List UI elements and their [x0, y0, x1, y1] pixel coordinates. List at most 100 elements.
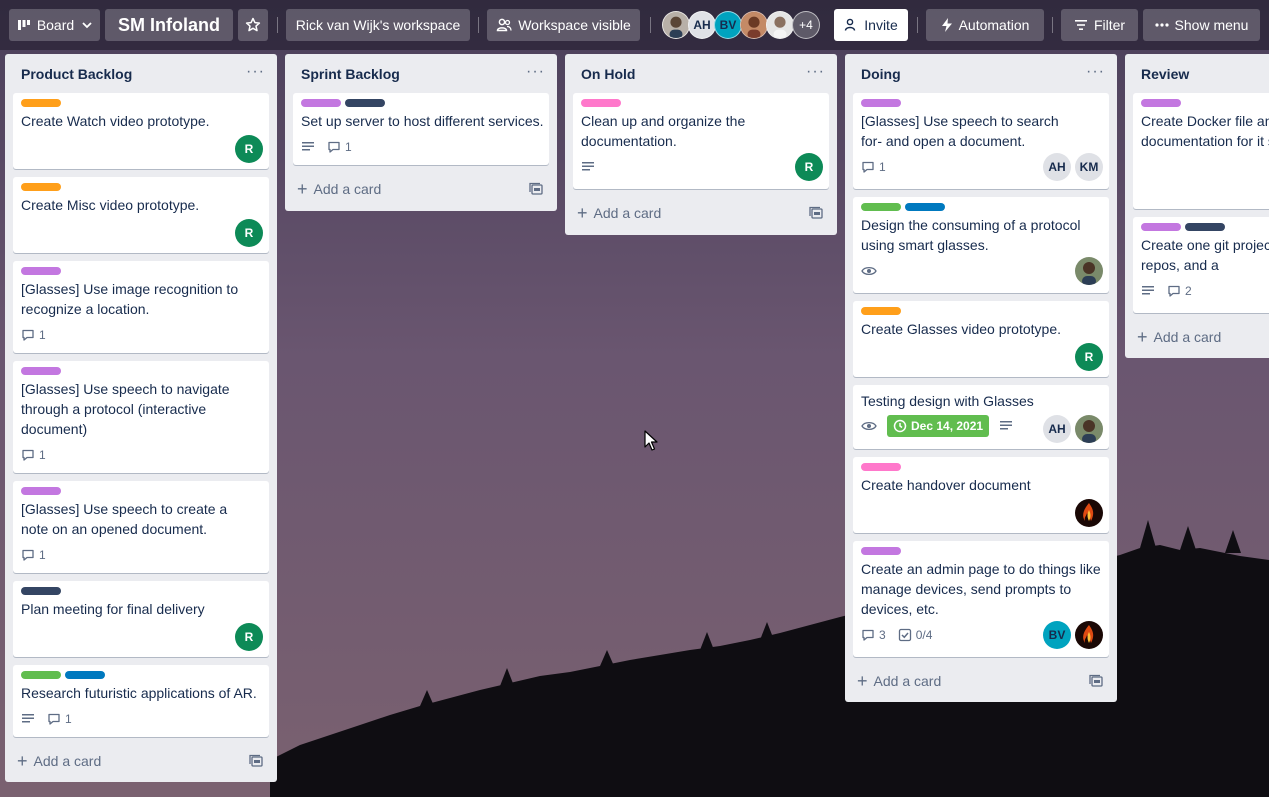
card[interactable]: Plan meeting for final delivery R	[13, 581, 269, 657]
card-members: R	[235, 219, 263, 247]
workspace-button[interactable]: Rick van Wijk's workspace	[286, 9, 470, 41]
list-header: Product Backlog ···	[5, 54, 277, 92]
label-purple[interactable]	[861, 547, 901, 555]
member-avatar-photo[interactable]	[1075, 415, 1103, 443]
label-blue[interactable]	[65, 671, 105, 679]
due-date-badge[interactable]: Dec 14, 2021	[887, 415, 990, 437]
label-orange[interactable]	[21, 99, 61, 107]
member-avatar-ah[interactable]: AH	[688, 11, 716, 39]
card[interactable]: Create Watch video prototype. R	[13, 93, 269, 169]
star-button[interactable]	[238, 9, 268, 41]
label-purple[interactable]	[21, 487, 61, 495]
card-labels	[21, 99, 61, 107]
member-avatar-bv[interactable]: BV	[714, 11, 742, 39]
card[interactable]: [Glasses] Use speech to navigate through…	[13, 361, 269, 473]
member-avatar-r[interactable]: R	[795, 153, 823, 181]
card[interactable]: [Glasses] Use image recognition to recog…	[13, 261, 269, 353]
label-orange[interactable]	[861, 307, 901, 315]
show-menu-button[interactable]: Show menu	[1143, 9, 1260, 41]
card[interactable]: Create handover document	[853, 457, 1109, 533]
card[interactable]: Design the consuming of a protocol using…	[853, 197, 1109, 293]
list-menu-button[interactable]: ···	[526, 63, 545, 81]
list-title[interactable]: On Hold	[581, 66, 635, 82]
list-menu-button[interactable]: ···	[246, 63, 265, 81]
header-divider	[1052, 17, 1053, 33]
label-green[interactable]	[21, 671, 61, 679]
label-green[interactable]	[861, 203, 901, 211]
add-card-button[interactable]: + Add a card	[853, 667, 941, 695]
member-avatar-photo[interactable]	[740, 11, 768, 39]
label-navy[interactable]	[21, 587, 61, 595]
card-template-icon[interactable]	[1089, 674, 1103, 691]
member-avatar-photo[interactable]	[766, 11, 794, 39]
label-purple[interactable]	[301, 99, 341, 107]
board-title[interactable]: SM Infoland	[105, 9, 233, 41]
member-avatar-photo[interactable]	[1075, 257, 1103, 285]
add-card-button[interactable]: + Add a card	[1133, 323, 1221, 351]
add-card-button[interactable]: + Add a card	[13, 747, 101, 775]
card[interactable]: Create one git project different repos, …	[1133, 217, 1269, 313]
lightning-icon	[941, 18, 953, 32]
automation-button[interactable]: Automation	[926, 9, 1044, 41]
member-avatar-photo[interactable]	[662, 11, 690, 39]
add-card-button[interactable]: + Add a card	[573, 199, 661, 227]
label-orange[interactable]	[21, 183, 61, 191]
list-title[interactable]: Review	[1141, 66, 1189, 82]
list-on-hold: On Hold ··· Clean up and organize the do…	[565, 54, 837, 235]
card-template-icon[interactable]	[529, 182, 543, 199]
label-navy[interactable]	[1185, 223, 1225, 231]
add-card-button[interactable]: + Add a card	[293, 175, 381, 203]
invite-button[interactable]: Invite	[834, 9, 908, 41]
filter-label: Filter	[1093, 17, 1126, 33]
list-title[interactable]: Doing	[861, 66, 901, 82]
card[interactable]: [Glasses] Use speech to create a note on…	[13, 481, 269, 573]
card-template-icon[interactable]	[249, 754, 263, 771]
card[interactable]: Set up server to host different services…	[293, 93, 549, 165]
comment-count: 1	[879, 160, 886, 174]
label-pink[interactable]	[861, 463, 901, 471]
label-purple[interactable]	[861, 99, 901, 107]
member-avatar-r[interactable]: R	[235, 623, 263, 651]
member-avatar-ah[interactable]: AH	[1043, 415, 1071, 443]
label-blue[interactable]	[905, 203, 945, 211]
label-navy[interactable]	[345, 99, 385, 107]
list-title[interactable]: Product Backlog	[21, 66, 132, 82]
label-purple[interactable]	[21, 267, 61, 275]
card[interactable]: Testing design with Glasses Dec 14, 2021…	[853, 385, 1109, 449]
card-members: AH KM	[1043, 153, 1103, 181]
list-menu-button[interactable]: ···	[1086, 63, 1105, 81]
card[interactable]: Research futuristic applications of AR. …	[13, 665, 269, 737]
member-avatar-r[interactable]: R	[1075, 343, 1103, 371]
label-purple[interactable]	[21, 367, 61, 375]
member-avatar-r[interactable]: R	[235, 219, 263, 247]
card-labels	[861, 307, 901, 315]
label-purple[interactable]	[1141, 99, 1181, 107]
plus-icon: +	[577, 203, 588, 223]
list-title[interactable]: Sprint Backlog	[301, 66, 400, 82]
board-view-switcher[interactable]: Board	[9, 9, 100, 41]
card-template-icon[interactable]	[809, 206, 823, 223]
card-badges: 1	[861, 157, 886, 177]
card-title: Create Glasses video prototype.	[861, 321, 1061, 337]
member-avatar-km[interactable]: KM	[1075, 153, 1103, 181]
card[interactable]: Create an admin page to do things like m…	[853, 541, 1109, 657]
label-pink[interactable]	[581, 99, 621, 107]
card[interactable]: Create Docker file and documentation for…	[1133, 93, 1269, 209]
list-menu-button[interactable]: ···	[806, 63, 825, 81]
label-purple[interactable]	[1141, 223, 1181, 231]
visibility-button[interactable]: Workspace visible	[487, 9, 640, 41]
member-avatar-r[interactable]: R	[235, 135, 263, 163]
add-card-label: Add a card	[33, 753, 102, 769]
member-avatar-flame[interactable]	[1075, 499, 1103, 527]
card[interactable]: [Glasses] Use speech to search for- and …	[853, 93, 1109, 189]
card[interactable]: Clean up and organize the documentation.…	[573, 93, 829, 189]
member-avatar-bv[interactable]: BV	[1043, 621, 1071, 649]
card[interactable]: Create Glasses video prototype. R	[853, 301, 1109, 377]
header-divider	[277, 17, 278, 33]
member-avatar-flame[interactable]	[1075, 621, 1103, 649]
card[interactable]: Create Misc video prototype. R	[13, 177, 269, 253]
members-more-badge[interactable]: +4	[792, 11, 820, 39]
member-avatar-ah[interactable]: AH	[1043, 153, 1071, 181]
card-title: Testing design with Glasses	[861, 393, 1034, 409]
filter-button[interactable]: Filter	[1061, 9, 1138, 41]
